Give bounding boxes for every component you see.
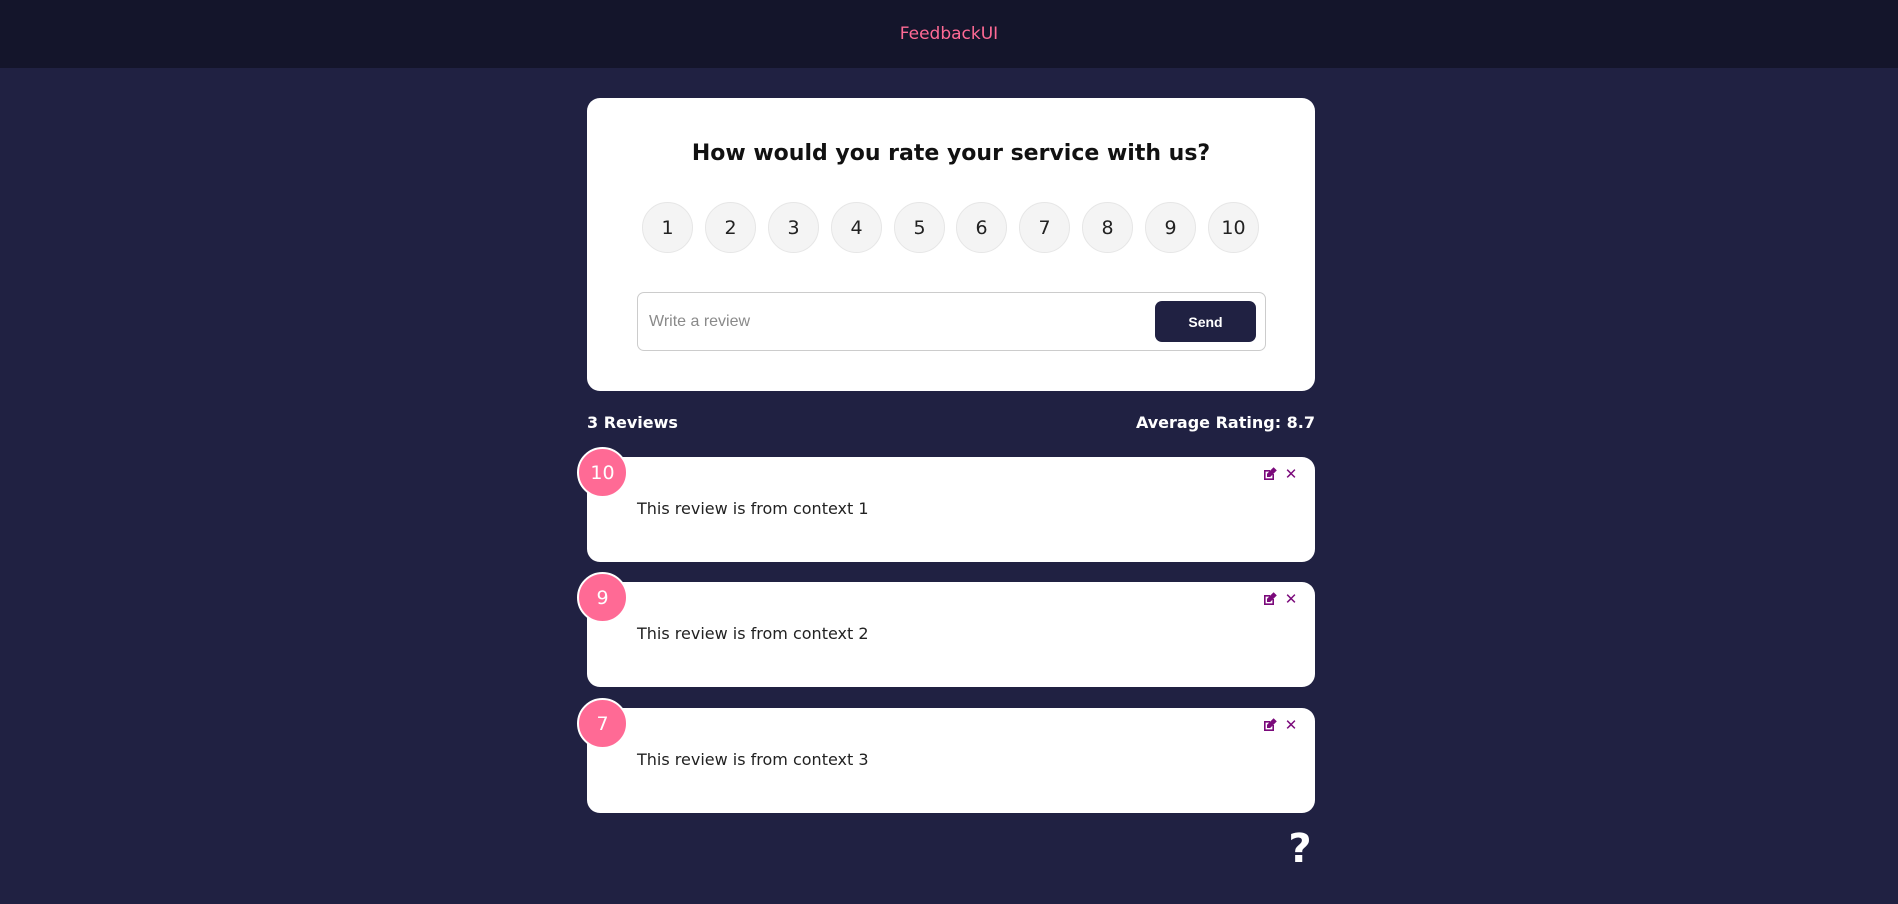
rating-options: 1 2 3 4 5 6 7 8 9 10 [642, 202, 1262, 254]
rating-option-4[interactable]: 4 [831, 202, 882, 253]
rating-option-1[interactable]: 1 [642, 202, 693, 253]
rating-option-7[interactable]: 7 [1019, 202, 1070, 253]
close-icon[interactable]: ✕ [1283, 591, 1299, 607]
review-card: 10 ✕ This review is from context 1 [577, 447, 1315, 562]
review-text: This review is from context 1 [637, 499, 869, 518]
rating-option-10[interactable]: 10 [1208, 202, 1259, 253]
rating-badge: 10 [577, 447, 628, 498]
rating-card: How would you rate your service with us?… [587, 98, 1315, 391]
send-button[interactable]: Send [1155, 301, 1256, 342]
review-card: 9 ✕ This review is from context 2 [577, 572, 1315, 687]
review-text: This review is from context 3 [637, 750, 869, 769]
rating-option-3[interactable]: 3 [768, 202, 819, 253]
header: FeedbackUI [0, 0, 1898, 68]
review-form: Send [637, 292, 1266, 351]
review-card: 7 ✕ This review is from context 3 [577, 698, 1315, 813]
close-icon[interactable]: ✕ [1283, 466, 1299, 482]
edit-icon[interactable] [1262, 466, 1278, 482]
rating-badge: 9 [577, 572, 628, 623]
edit-icon[interactable] [1262, 717, 1278, 733]
app-title: FeedbackUI [899, 24, 999, 44]
review-count: 3 Reviews [587, 413, 678, 432]
average-rating: Average Rating: 8.7 [1135, 413, 1315, 432]
rating-option-2[interactable]: 2 [705, 202, 756, 253]
rating-option-9[interactable]: 9 [1145, 202, 1196, 253]
rating-badge: 7 [577, 698, 628, 749]
review-stats: 3 Reviews Average Rating: 8.7 [587, 413, 1315, 435]
edit-icon[interactable] [1262, 591, 1278, 607]
rating-option-5[interactable]: 5 [894, 202, 945, 253]
rating-option-6[interactable]: 6 [956, 202, 1007, 253]
close-icon[interactable]: ✕ [1283, 717, 1299, 733]
review-text: This review is from context 2 [637, 624, 869, 643]
question-mark-icon[interactable]: ? [1282, 827, 1318, 871]
rating-question: How would you rate your service with us? [691, 141, 1211, 166]
rating-option-8[interactable]: 8 [1082, 202, 1133, 253]
review-input[interactable] [639, 294, 1139, 349]
